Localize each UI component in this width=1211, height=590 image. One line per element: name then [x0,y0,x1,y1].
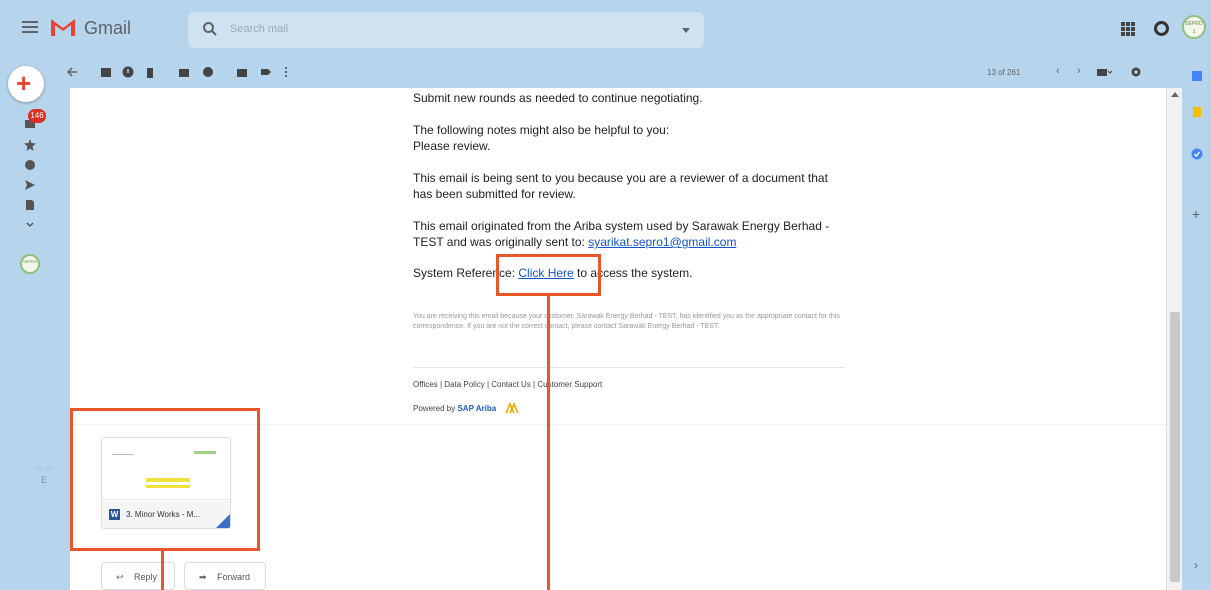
recipient-email-link[interactable]: syarikat.sepro1@gmail.com [588,235,736,249]
powered-by: Powered by SAP Ariba [413,402,519,414]
starred-icon[interactable] [24,139,36,151]
hangouts-avatar[interactable]: SEPRO [20,254,40,274]
reviewer-text-line1: This email is being sent to you because … [413,171,828,185]
hangouts-status-text: No H [36,466,52,473]
attachment-highlight-box [70,408,260,551]
sap-ariba-brand: SAP Ariba [457,404,497,413]
top-bar: Gmail Search mail SEPRO 1 [0,0,1211,58]
forward-arrow-icon: ➡ [199,572,207,582]
settings-gear-icon[interactable] [1130,66,1142,78]
search-bar[interactable]: Search mail [188,12,704,48]
snoozed-icon[interactable] [24,159,36,171]
compose-button[interactable]: + [8,66,44,102]
reply-label: Reply [134,572,158,582]
input-tools-icon[interactable] [1096,66,1112,78]
label-icon[interactable] [260,66,272,78]
message-toolbar: 13 of 261 ‹ › [66,58,1182,88]
powered-by-prefix: Powered by [413,404,458,413]
reviewer-text-line2: has been submitted for review. [413,187,576,201]
inbox-count-badge: 146 [28,109,46,123]
newer-chevron-icon[interactable]: ‹ [1056,65,1060,77]
gmail-logo-icon[interactable] [50,17,76,37]
search-icon[interactable] [202,21,218,37]
origin-text-line1: This email originated from the Ariba sys… [413,219,830,233]
scrollbar-thumb[interactable] [1170,312,1180,582]
origin-text-line2: TEST and was originally sent to: syarika… [413,234,736,250]
attachment-highlight-pointer [161,551,164,590]
forward-button[interactable]: ➡ Forward [184,562,266,590]
search-options-chevron-icon[interactable] [682,28,690,33]
notes-value: Please review. [413,139,491,153]
search-input[interactable]: Search mail [230,23,288,35]
notifications-icon[interactable] [1154,21,1169,36]
archive-icon[interactable] [100,66,112,78]
reply-arrow-icon: ↩ [116,572,124,582]
drafts-icon[interactable] [24,199,36,211]
vertical-scrollbar[interactable] [1166,88,1182,590]
mark-unread-icon[interactable] [178,66,190,78]
click-here-highlight-box [496,254,601,296]
sent-icon[interactable] [24,179,36,191]
hangouts-status-letter: E [41,475,48,485]
footer-links[interactable]: Offices | Data Policy | Contact Us | Cus… [413,380,602,389]
forward-label: Forward [217,572,251,582]
left-sidebar: + 146 SEPRO No H E [0,58,70,590]
scroll-up-arrow-icon[interactable] [1171,92,1179,97]
calendar-icon[interactable] [1191,70,1203,82]
origin-text-prefix: TEST and was originally sent to: [413,235,589,249]
message-count: 13 of 261 [987,68,1021,77]
add-addon-icon[interactable]: + [1192,206,1200,222]
click-here-highlight-pointer [547,296,550,590]
footer-disclaimer: You are receiving this email because you… [413,313,840,330]
footer-divider [413,367,845,368]
more-options-icon[interactable] [280,66,292,78]
back-arrow-icon[interactable] [66,66,78,78]
negotiation-text: Submit new rounds as needed to continue … [413,91,703,105]
snooze-icon[interactable] [202,66,214,78]
ariba-logo-icon [505,402,519,414]
older-chevron-icon[interactable]: › [1077,65,1081,77]
more-chevron-down-icon[interactable] [24,219,36,231]
tasks-icon[interactable] [1191,148,1203,160]
apps-grid-icon[interactable] [1121,22,1135,36]
app-name: Gmail [84,18,132,38]
move-to-icon[interactable] [236,66,248,78]
account-avatar[interactable]: SEPRO 1 [1182,15,1206,39]
delete-icon[interactable] [144,66,156,78]
plus-icon: + [16,68,32,98]
report-spam-icon[interactable] [122,66,134,78]
right-sidebar: + › [1182,58,1211,590]
notes-intro: The following notes might also be helpfu… [413,123,670,137]
keep-icon[interactable] [1191,106,1203,118]
main-menu-icon[interactable] [22,21,38,33]
expand-panel-chevron-icon[interactable]: › [1194,558,1198,572]
